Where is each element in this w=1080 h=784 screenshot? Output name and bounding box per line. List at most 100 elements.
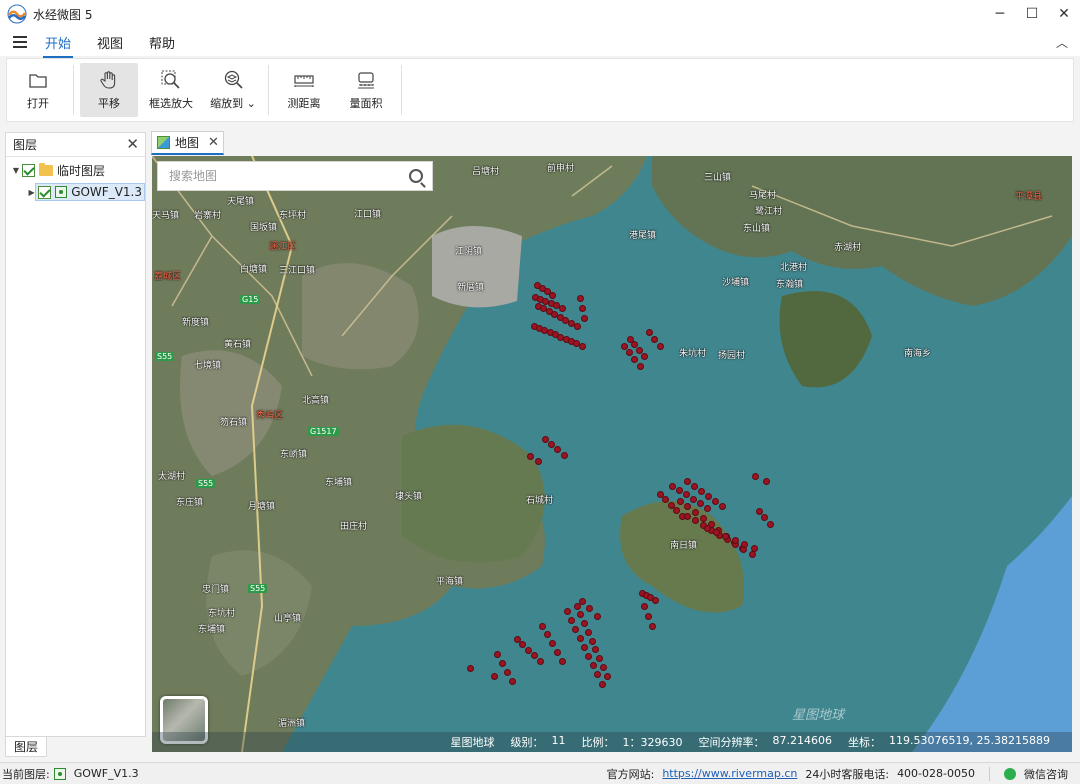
wind-turbine-marker[interactable] (645, 328, 653, 336)
wind-turbine-marker[interactable] (598, 680, 606, 688)
tree-item-temp-layers[interactable]: ▼ 临时图层 (6, 159, 145, 181)
wind-turbine-marker[interactable] (526, 452, 534, 460)
wind-turbine-marker[interactable] (508, 677, 516, 685)
chevron-down-icon[interactable]: ▼ (10, 166, 22, 175)
wind-turbine-marker[interactable] (640, 602, 648, 610)
wind-turbine-marker[interactable] (722, 532, 730, 540)
wind-turbine-marker[interactable] (573, 322, 581, 330)
wind-turbine-marker[interactable] (572, 625, 580, 633)
wind-turbine-marker[interactable] (584, 628, 592, 636)
wind-turbine-marker[interactable] (543, 631, 551, 639)
wind-turbine-marker[interactable] (536, 657, 544, 665)
close-button[interactable]: ✕ (1048, 0, 1080, 28)
wind-turbine-marker[interactable] (690, 482, 698, 490)
wind-turbine-marker[interactable] (703, 524, 711, 532)
wind-turbine-marker[interactable] (589, 662, 597, 670)
wind-turbine-marker[interactable] (548, 640, 556, 647)
layer-panel-tab[interactable]: 图层 (5, 737, 47, 757)
wind-turbine-marker[interactable] (762, 477, 770, 485)
wind-turbine-marker[interactable] (576, 634, 584, 642)
wind-turbine-marker[interactable] (703, 504, 711, 512)
tab-home[interactable]: 开始 (42, 29, 74, 58)
map-search-box[interactable] (157, 161, 433, 191)
measure-area-button[interactable]: 量面积 (337, 63, 395, 117)
wind-turbine-marker[interactable] (696, 500, 704, 508)
close-icon[interactable]: ✕ (208, 135, 219, 150)
wind-turbine-marker[interactable] (563, 607, 571, 615)
wind-turbine-marker[interactable] (683, 512, 691, 520)
wind-turbine-marker[interactable] (697, 487, 705, 495)
wind-turbine-marker[interactable] (466, 664, 474, 672)
wechat-consult-button[interactable]: 微信咨询 (1024, 766, 1068, 782)
wind-turbine-marker[interactable] (580, 314, 588, 322)
wind-turbine-marker[interactable] (558, 657, 566, 665)
tab-help[interactable]: 帮助 (149, 29, 175, 56)
wind-turbine-marker[interactable] (673, 507, 680, 514)
tree-item-gowf[interactable]: ▶ GOWF_V1.3 (6, 181, 145, 203)
wind-turbine-marker[interactable] (503, 668, 511, 676)
open-button[interactable]: 打开 (9, 63, 67, 117)
wind-turbine-marker[interactable] (631, 355, 639, 363)
wind-turbine-marker[interactable] (711, 497, 719, 505)
wind-turbine-marker[interactable] (599, 663, 607, 671)
wind-turbine-marker[interactable] (750, 544, 758, 552)
layer-checkbox[interactable] (38, 185, 52, 199)
wind-turbine-marker[interactable] (682, 491, 690, 499)
wind-turbine-marker[interactable] (578, 342, 586, 350)
map-search-input[interactable] (169, 169, 399, 183)
wind-turbine-marker[interactable] (676, 497, 684, 505)
wind-turbine-marker[interactable] (578, 597, 586, 605)
wind-turbine-marker[interactable] (712, 528, 720, 536)
chevron-down-icon[interactable]: ⌄ (247, 97, 256, 110)
wind-turbine-marker[interactable] (541, 435, 549, 443)
wind-turbine-marker[interactable] (636, 362, 644, 370)
wind-turbine-marker[interactable] (596, 655, 603, 662)
close-icon[interactable]: ✕ (126, 135, 139, 153)
wind-turbine-marker[interactable] (581, 644, 588, 651)
wind-turbine-marker[interactable] (581, 620, 588, 627)
wind-turbine-marker[interactable] (588, 637, 596, 645)
wind-turbine-marker[interactable] (691, 517, 699, 525)
wind-turbine-marker[interactable] (567, 616, 575, 624)
wind-turbine-marker[interactable] (493, 650, 501, 658)
wind-turbine-marker[interactable] (651, 596, 659, 604)
wind-turbine-marker[interactable] (644, 612, 652, 620)
maximize-button[interactable]: ☐ (1016, 0, 1048, 28)
wind-turbine-marker[interactable] (675, 486, 683, 494)
minimize-button[interactable]: ─ (984, 0, 1016, 28)
wind-turbine-marker[interactable] (662, 496, 669, 503)
wind-turbine-marker[interactable] (741, 540, 749, 548)
wind-turbine-marker[interactable] (553, 648, 561, 656)
wind-turbine-marker[interactable] (560, 451, 568, 459)
wind-turbine-marker[interactable] (578, 304, 586, 312)
wind-turbine-marker[interactable] (761, 514, 768, 521)
hamburger-menu-icon[interactable] (13, 36, 27, 48)
wind-turbine-marker[interactable] (718, 502, 726, 510)
wind-turbine-marker[interactable] (668, 482, 676, 490)
wind-turbine-marker[interactable] (530, 652, 538, 659)
wind-turbine-marker[interactable] (576, 294, 584, 302)
wind-turbine-marker[interactable] (538, 622, 546, 630)
wind-turbine-marker[interactable] (640, 352, 648, 360)
wind-turbine-marker[interactable] (534, 457, 542, 465)
wind-turbine-marker[interactable] (766, 520, 774, 528)
pan-button[interactable]: 平移 (80, 63, 138, 117)
wind-turbine-marker[interactable] (656, 342, 664, 350)
tab-view[interactable]: 视图 (97, 29, 123, 56)
wind-turbine-marker[interactable] (586, 605, 593, 612)
wind-turbine-marker[interactable] (704, 492, 712, 500)
wind-turbine-marker[interactable] (603, 672, 611, 680)
zoom-box-button[interactable]: 框选放大 (142, 63, 200, 117)
wind-turbine-marker[interactable] (620, 342, 628, 350)
chevron-up-icon[interactable]: ︿ (1056, 34, 1068, 51)
zoom-to-button[interactable]: 缩放到 ⌄ (204, 63, 262, 117)
layer-checkbox[interactable] (22, 163, 35, 177)
wind-turbine-marker[interactable] (748, 550, 756, 558)
map-document-tab[interactable]: 地图 ✕ (151, 131, 224, 155)
wind-turbine-marker[interactable] (648, 622, 656, 630)
wind-turbine-marker[interactable] (625, 349, 633, 357)
wind-turbine-marker[interactable] (548, 291, 556, 299)
wind-turbine-marker[interactable] (490, 672, 498, 680)
wind-turbine-marker[interactable] (755, 507, 763, 515)
wind-turbine-marker[interactable] (593, 612, 601, 620)
